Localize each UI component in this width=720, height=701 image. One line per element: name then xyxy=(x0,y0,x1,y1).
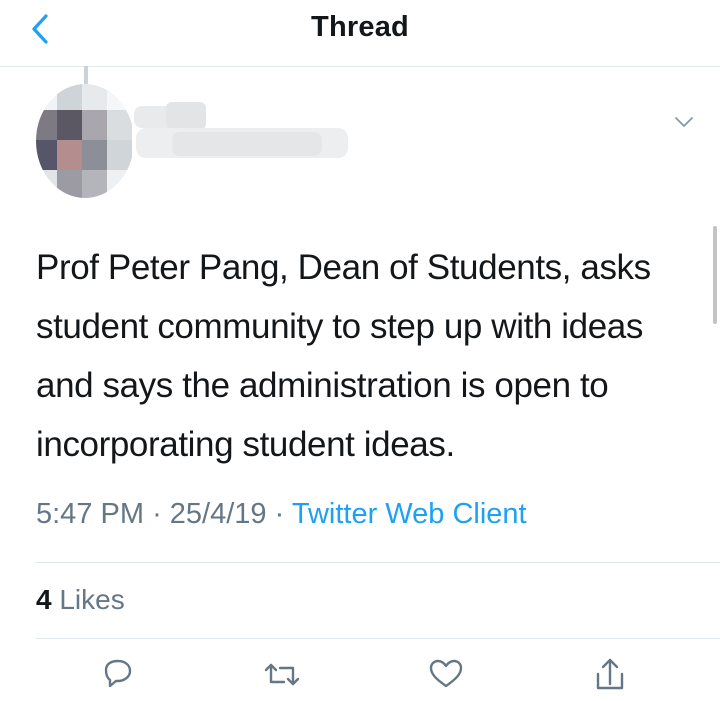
share-icon xyxy=(596,658,624,690)
divider xyxy=(36,562,720,563)
retweet-icon xyxy=(264,663,300,686)
meta-separator: · xyxy=(152,498,162,530)
reply-button[interactable] xyxy=(98,656,138,696)
scrollbar[interactable] xyxy=(713,226,717,324)
more-options-button[interactable] xyxy=(672,112,696,132)
blurred-username[interactable] xyxy=(132,100,360,166)
meta-separator: · xyxy=(274,498,285,530)
tweet-text: Prof Peter Pang, Dean of Students, asks … xyxy=(36,248,651,464)
reply-icon xyxy=(104,659,132,688)
thread-header: Thread xyxy=(0,0,720,67)
share-button[interactable] xyxy=(590,656,630,696)
likes-number: 4 xyxy=(36,584,52,615)
divider xyxy=(36,638,720,639)
tweet-time: 5:47 PM xyxy=(36,498,144,530)
tweet-meta: 5:47 PM · 25/4/19 · Twitter Web Client xyxy=(36,498,527,531)
chevron-down-icon xyxy=(675,117,693,127)
retweet-button[interactable] xyxy=(262,656,302,696)
tweet-date: 25/4/19 xyxy=(169,498,267,530)
heart-icon xyxy=(429,659,463,688)
likes-count[interactable]: 4 Likes xyxy=(36,584,125,616)
tweet-source-link[interactable]: Twitter Web Client xyxy=(292,498,527,530)
avatar-pixelated-image xyxy=(36,84,134,198)
likes-label: Likes xyxy=(59,584,125,615)
page-title: Thread xyxy=(311,11,409,43)
thread-connector-line xyxy=(84,66,88,84)
like-button[interactable] xyxy=(426,656,466,696)
avatar[interactable] xyxy=(36,84,134,198)
